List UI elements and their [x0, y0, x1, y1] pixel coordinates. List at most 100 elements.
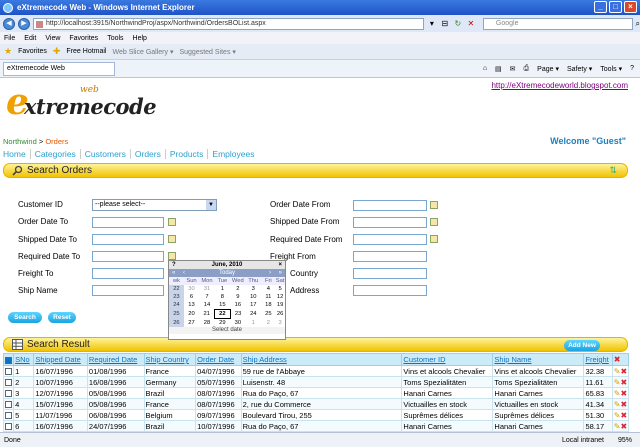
add-favorite-icon[interactable]: ✚ — [53, 46, 61, 57]
calendar-day[interactable]: 1 — [246, 319, 261, 328]
calendar-day[interactable]: 6 — [184, 293, 199, 301]
menu-tools[interactable]: Tools — [107, 35, 123, 42]
ship-name-input[interactable] — [92, 285, 164, 296]
col-ship-country[interactable]: Ship Country — [143, 353, 197, 366]
stop-icon[interactable]: ✕ — [466, 19, 476, 29]
calendar-day[interactable]: 10 — [246, 293, 261, 301]
row-checkbox[interactable] — [5, 423, 12, 431]
calendar-day[interactable]: 1 — [215, 285, 230, 293]
calendar-day-selected[interactable]: 22 — [214, 309, 231, 319]
calendar-day[interactable]: 15 — [215, 301, 230, 310]
calendar-day[interactable]: 7 — [199, 293, 215, 301]
security-zone[interactable]: Local intranet — [562, 437, 604, 444]
row-checkbox[interactable] — [5, 379, 12, 387]
page-menu[interactable]: Page ▾ — [537, 65, 559, 73]
collapse-icon[interactable]: ⇅ — [609, 165, 617, 176]
calendar-day[interactable]: 16 — [230, 301, 246, 310]
search-panel-header[interactable]: Search Orders ⇅ — [3, 163, 628, 178]
calendar-day[interactable]: 14 — [199, 301, 215, 310]
maximize-button[interactable]: □ — [609, 1, 622, 13]
add-new-button[interactable]: Add New — [564, 340, 600, 351]
col-ship-name[interactable]: Ship Name — [492, 353, 585, 366]
select-all-checkbox[interactable] — [5, 356, 12, 364]
row-checkbox[interactable] — [5, 401, 12, 409]
favorites-button[interactable]: Favorites — [18, 48, 47, 55]
search-input[interactable]: Google — [482, 17, 633, 30]
calendar-day[interactable]: 12 — [276, 293, 285, 301]
nav-products[interactable]: Products — [166, 149, 209, 159]
calendar-day[interactable]: 2 — [230, 285, 246, 293]
freight-to-input[interactable] — [92, 268, 164, 279]
calendar-icon[interactable] — [168, 235, 176, 243]
calendar-help[interactable]: ? — [172, 261, 176, 269]
calendar-day[interactable]: 17 — [246, 301, 261, 310]
shipped-date-from-input[interactable] — [353, 217, 427, 228]
customer-id-select[interactable]: --please select-- ▼ — [92, 199, 217, 211]
calendar-day[interactable]: 20 — [184, 310, 199, 319]
fav-link-hotmail[interactable]: Free Hotmail — [66, 48, 106, 55]
delete-icon[interactable]: ✖ — [620, 389, 627, 398]
calendar-prev-month[interactable]: ‹ — [183, 269, 185, 277]
order-date-from-input[interactable] — [353, 200, 427, 211]
help-menu[interactable]: ? — [630, 65, 634, 73]
freight-from-input[interactable] — [353, 251, 427, 262]
col-ship-address[interactable]: Ship Address — [240, 353, 403, 366]
calendar-day[interactable]: 18 — [261, 301, 276, 310]
order-date-to-input[interactable] — [92, 217, 164, 228]
menu-view[interactable]: View — [45, 35, 60, 42]
menu-help[interactable]: Help — [133, 35, 147, 42]
forward-button[interactable]: ▶ — [17, 17, 30, 30]
delete-icon[interactable]: ✖ — [620, 378, 627, 387]
calendar-day[interactable]: 21 — [199, 310, 215, 319]
required-date-to-input[interactable] — [92, 251, 164, 262]
calendar-today[interactable]: Today — [219, 270, 235, 276]
url-input[interactable]: http://localhost:3915/NorthwindProj/aspx… — [32, 17, 424, 30]
calendar-day[interactable]: 3 — [276, 319, 285, 328]
calendar-day[interactable]: 30 — [184, 285, 199, 293]
col-shipped-date[interactable]: Shipped Date — [33, 353, 88, 366]
delete-icon[interactable]: ✖ — [620, 411, 627, 420]
calendar-day[interactable]: 5 — [276, 285, 285, 293]
calendar-day[interactable]: 24 — [246, 310, 261, 319]
calendar-day[interactable]: 27 — [184, 319, 199, 328]
dropdown-icon[interactable]: ▾ — [427, 19, 437, 29]
blog-link[interactable]: http://eXtremecodeworld.blogspot.com — [491, 81, 628, 90]
home-icon[interactable]: ⌂ — [483, 65, 487, 73]
mail-icon[interactable]: ✉ — [510, 65, 516, 73]
fav-link-suggested[interactable]: Suggested Sites ▾ — [179, 48, 235, 56]
calendar-icon[interactable] — [430, 235, 438, 243]
favorites-star-icon[interactable]: ★ — [4, 46, 12, 57]
calendar-day[interactable]: 30 — [230, 319, 246, 328]
row-checkbox[interactable] — [5, 412, 12, 420]
calendar-close[interactable]: × — [278, 261, 282, 269]
compat-icon[interactable]: ⊟ — [440, 19, 450, 29]
row-checkbox[interactable] — [5, 368, 12, 376]
col-order-date[interactable]: Order Date — [195, 353, 242, 366]
fav-link-web-slice[interactable]: Web Slice Gallery ▾ — [113, 48, 174, 56]
calendar-prev-year[interactable]: « — [172, 269, 175, 277]
calendar-day[interactable]: 2 — [261, 319, 276, 328]
shipped-date-to-input[interactable] — [92, 234, 164, 245]
calendar-day[interactable]: 9 — [230, 293, 246, 301]
calendar-icon[interactable] — [168, 252, 176, 260]
ship-country-input[interactable] — [353, 268, 427, 279]
calendar-day[interactable]: 11 — [261, 293, 276, 301]
nav-categories[interactable]: Categories — [31, 149, 81, 159]
calendar-icon[interactable] — [430, 201, 438, 209]
col-customer-id[interactable]: Customer ID — [401, 353, 494, 366]
nav-home[interactable]: Home — [3, 149, 31, 159]
search-button[interactable]: Search — [8, 312, 42, 323]
col-sno[interactable]: SNo — [13, 353, 35, 366]
ship-address-input[interactable] — [353, 285, 427, 296]
nav-customers[interactable]: Customers — [81, 149, 131, 159]
close-window-button[interactable]: × — [624, 1, 637, 13]
menu-edit[interactable]: Edit — [24, 35, 36, 42]
delete-selected-icon[interactable]: ✖ — [614, 355, 621, 364]
calendar-day[interactable]: 4 — [261, 285, 276, 293]
breadcrumb-root[interactable]: Northwind — [3, 137, 37, 146]
search-icon[interactable]: ⌕ — [636, 19, 640, 29]
calendar-icon[interactable] — [168, 218, 176, 226]
calendar-day[interactable]: 25 — [261, 310, 276, 319]
browser-tab[interactable]: eXtremecode Web — [3, 61, 115, 76]
site-logo[interactable]: e xtremecode web — [6, 82, 157, 124]
